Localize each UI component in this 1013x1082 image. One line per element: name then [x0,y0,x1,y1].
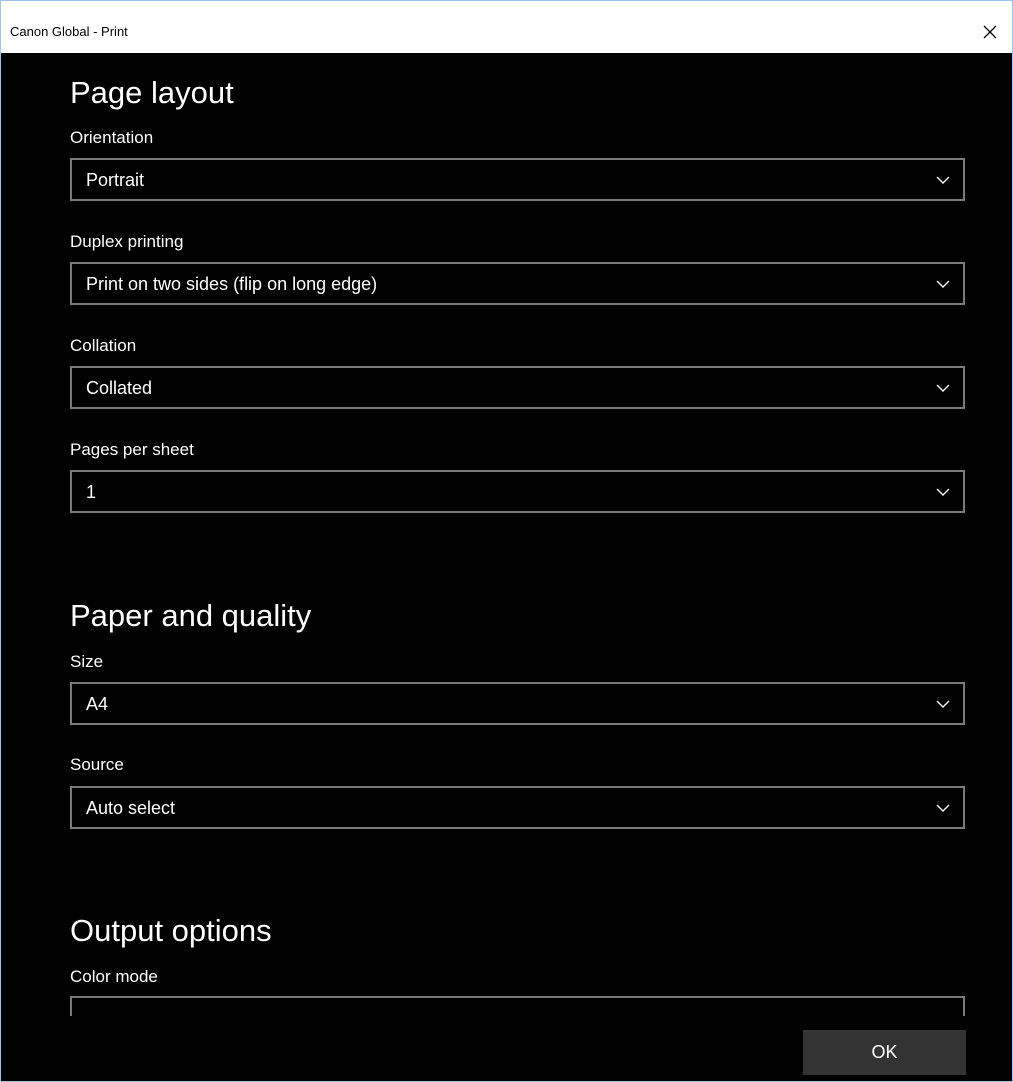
pages-per-sheet-label: Pages per sheet [70,440,194,459]
pages-per-sheet-value: 1 [86,482,97,502]
chevron-down-icon [936,176,950,184]
close-button[interactable] [968,11,1012,53]
size-dropdown[interactable]: A4 [70,682,965,725]
chevron-down-icon [936,804,950,812]
collation-value: Collated [86,378,153,398]
page-layout-heading: Page layout [70,75,234,110]
source-dropdown[interactable]: Auto select [70,786,965,829]
color-mode-dropdown[interactable] [70,996,965,1016]
orientation-dropdown[interactable]: Portrait [70,158,965,201]
output-options-heading: Output options [70,913,272,948]
title-bar: Canon Global - Print [1,1,1012,53]
chevron-down-icon [936,700,950,708]
pages-per-sheet-dropdown[interactable]: 1 [70,470,965,513]
window-title: Canon Global - Print [10,24,128,39]
chevron-down-icon [936,280,950,288]
size-value: A4 [86,694,109,714]
paper-quality-heading: Paper and quality [70,598,312,633]
chevron-down-icon [936,488,950,496]
close-icon [983,25,997,39]
orientation-label: Orientation [70,128,154,147]
print-dialog-window: Canon Global - Print Page layout Orienta… [0,0,1013,1082]
collation-label: Collation [70,336,137,355]
source-value: Auto select [86,798,176,818]
duplex-value: Print on two sides (flip on long edge) [86,274,378,294]
duplex-label: Duplex printing [70,232,184,251]
orientation-value: Portrait [86,170,145,190]
settings-panel[interactable]: Page layout Orientation Portrait Duplex … [1,53,1012,1081]
duplex-dropdown[interactable]: Print on two sides (flip on long edge) [70,262,965,305]
source-label: Source [70,755,124,774]
chevron-down-icon [936,384,950,392]
color-mode-label: Color mode [70,967,158,986]
ok-button[interactable]: OK [803,1030,966,1075]
collation-dropdown[interactable]: Collated [70,366,965,409]
size-label: Size [70,652,104,671]
